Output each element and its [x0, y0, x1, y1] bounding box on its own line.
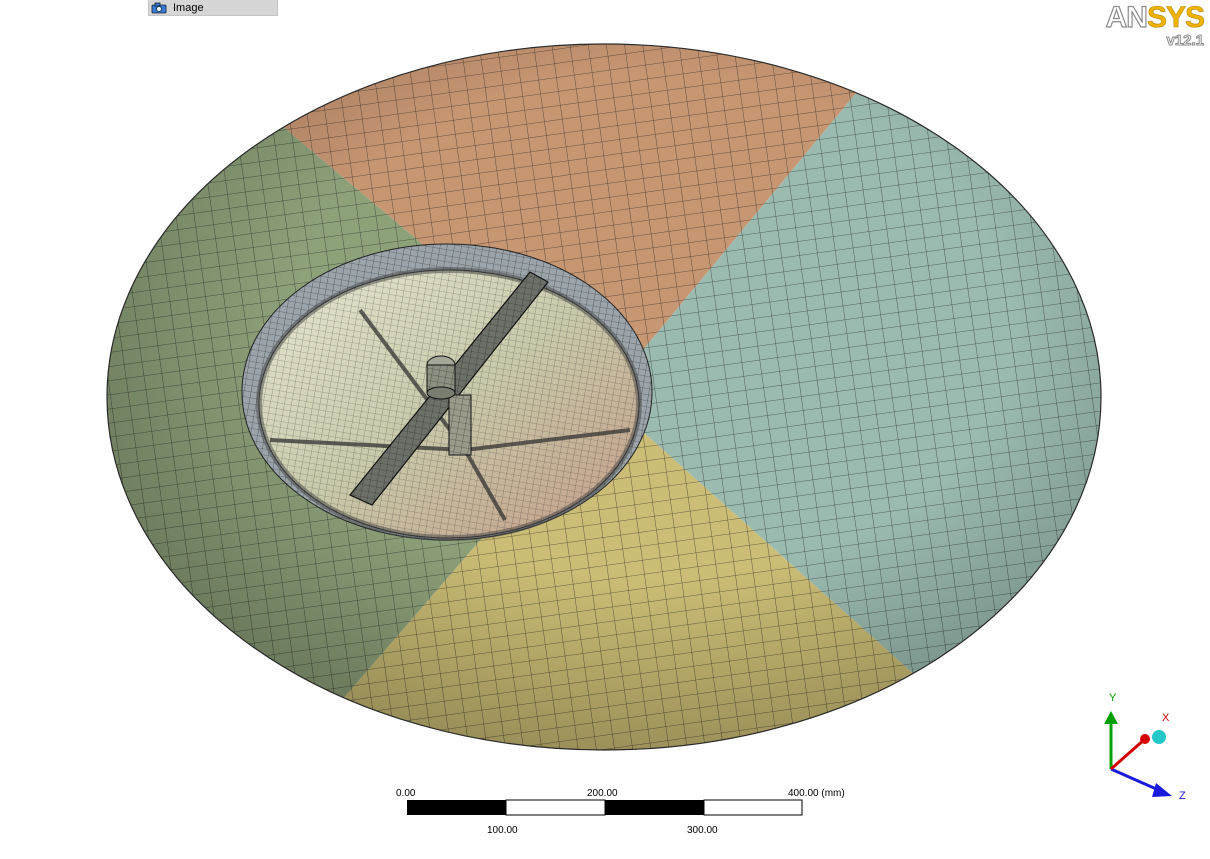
scale-label-0: 0.00	[396, 788, 416, 799]
logo-version: v12.1	[1166, 32, 1205, 50]
triad-z-label: Z	[1179, 790, 1186, 802]
scale-label-200: 200.00	[587, 788, 618, 799]
scale-label-300: 300.00	[687, 825, 718, 836]
triad-y-label: Y	[1109, 692, 1117, 704]
image-tab[interactable]: Image	[148, 0, 278, 16]
scale-label-100: 100.00	[487, 825, 518, 836]
camera-icon	[151, 2, 167, 13]
image-tab-label: Image	[173, 1, 204, 14]
scale-label-400: 400.00 (mm)	[788, 788, 845, 799]
triad-x-label: X	[1162, 712, 1170, 724]
logo-brand-part2: SYS	[1146, 1, 1206, 34]
logo-brand-part1: AN	[1105, 1, 1149, 34]
graphics-viewport[interactable]	[0, 0, 1210, 859]
ansys-logo: ANSYS v12.1	[1105, 1, 1206, 50]
scale-bar	[407, 799, 803, 816]
